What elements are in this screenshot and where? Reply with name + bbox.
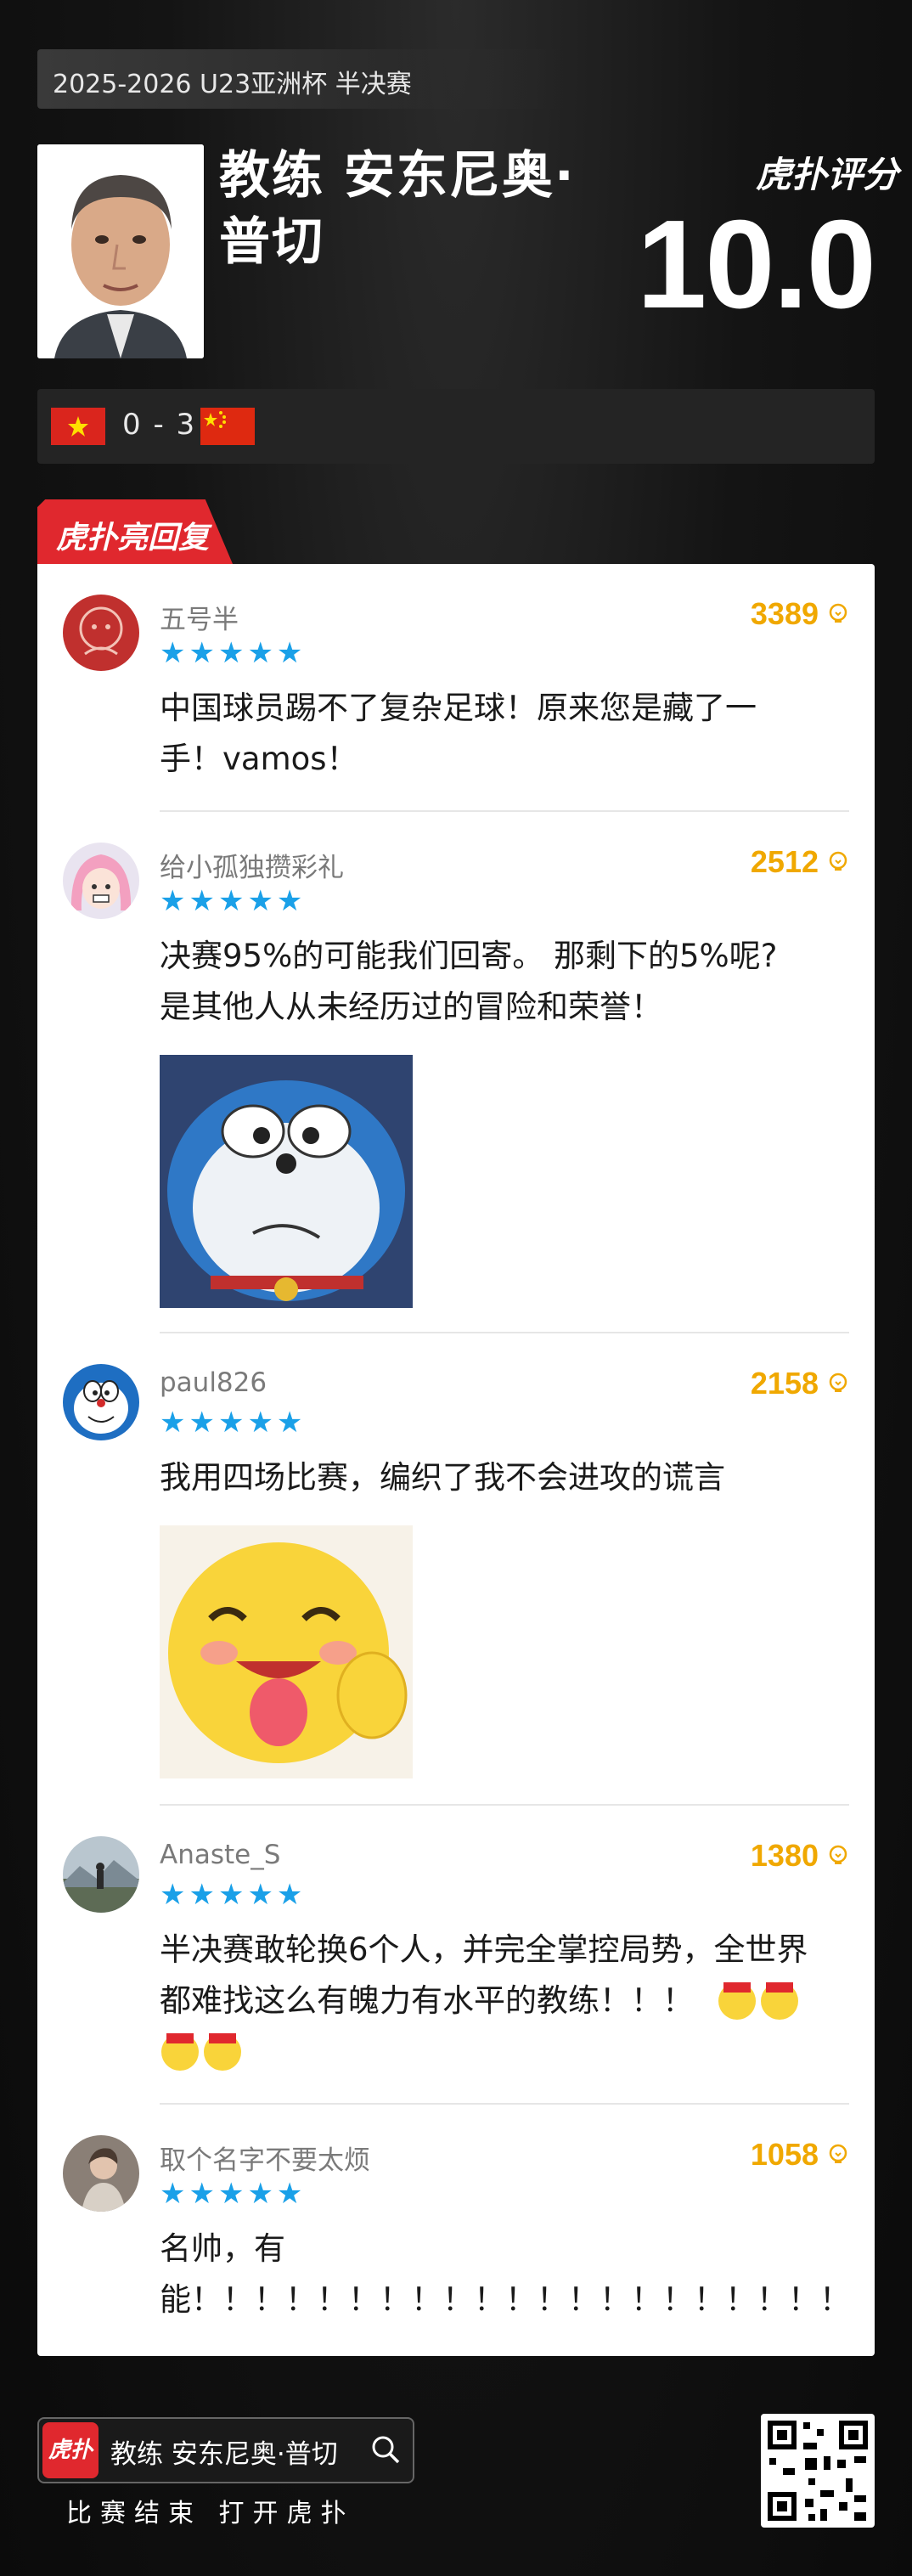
- search-query: 教练 安东尼奥·普切: [110, 2439, 338, 2470]
- comment-text: 名帅，有 能！！！！！！！！！！！！！！！！！！！！！: [160, 2230, 851, 2318]
- lightbulb-icon[interactable]: [827, 603, 849, 625]
- hot-replies-badge: 虎扑亮回复: [37, 499, 233, 564]
- lightbulb-icon[interactable]: [827, 1845, 849, 1867]
- footer-tagline: 比赛结束 打开虎扑: [66, 2499, 355, 2528]
- match-tag-text: 2025-2026 U23亚洲杯 半决赛: [53, 70, 412, 99]
- match-tag: 2025-2026 U23亚洲杯 半决赛: [37, 49, 564, 109]
- rating-stars: ★★★★★: [160, 1878, 307, 1912]
- lightbulb-icon[interactable]: [827, 851, 849, 873]
- coach-portrait-image: [37, 144, 204, 358]
- qr-code[interactable]: [761, 2414, 875, 2528]
- divider: [160, 1804, 849, 1806]
- avatar[interactable]: [63, 843, 139, 919]
- username[interactable]: Anaste_S: [160, 1840, 280, 1870]
- score-bar: 0 - 3: [37, 389, 875, 464]
- username[interactable]: 五号半: [160, 598, 239, 636]
- rating-logo: 虎扑评分: [756, 154, 899, 195]
- lightbulb-icon[interactable]: [827, 1373, 849, 1395]
- crying-cat-sticker-image: [160, 1055, 413, 1308]
- match-score: 0 - 3: [122, 408, 197, 442]
- avatar-image: [63, 843, 139, 919]
- comment-text: 我用四场比赛，编织了我不会进攻的谎言: [160, 1459, 725, 1496]
- hupu-app-logo: 虎扑: [42, 2422, 99, 2478]
- like-count: 1380: [750, 1838, 819, 1873]
- divider: [160, 810, 849, 812]
- like-count: 2512: [750, 844, 819, 879]
- avatar[interactable]: [63, 1836, 139, 1913]
- comment-text: 中国球员踢不了复杂足球！原来您是藏了一 手！vamos！: [160, 690, 757, 777]
- china-flag-icon: [200, 408, 255, 445]
- avatar-image: [63, 1836, 139, 1913]
- vietnam-flag-icon: [51, 408, 105, 445]
- rating-value: 10.0: [636, 194, 876, 335]
- avatar[interactable]: [63, 2135, 139, 2212]
- avatar-image: [63, 2135, 139, 2212]
- username[interactable]: 取个名字不要太烦: [160, 2139, 370, 2177]
- smiley-tongue-sticker-image: [160, 1525, 413, 1778]
- divider: [160, 2103, 849, 2105]
- like-count: 2158: [750, 1366, 819, 1401]
- emoji-sticker-icon: [161, 2033, 241, 2071]
- avatar-image: [63, 1364, 139, 1440]
- comment-image[interactable]: [160, 1525, 413, 1778]
- search-icon[interactable]: [370, 2434, 401, 2465]
- username[interactable]: 给小孤独攒彩礼: [160, 846, 344, 884]
- lightbulb-icon[interactable]: [827, 2144, 849, 2166]
- like-count: 3389: [750, 596, 819, 631]
- like-count: 1058: [750, 2137, 819, 2172]
- username[interactable]: paul826: [160, 1367, 267, 1398]
- comments-card: 五号半 3389 ★★★★★ 中国球员踢不了复杂足球！原来您是藏了一 手！vam…: [37, 564, 875, 2356]
- coach-photo: [37, 144, 204, 358]
- qr-code-image: [768, 2421, 868, 2521]
- hot-replies-label: 虎扑亮回复: [56, 520, 210, 555]
- rating-stars: ★★★★★: [160, 636, 307, 670]
- emoji-sticker-icon: [718, 1982, 798, 2020]
- avatar-image: [63, 595, 139, 671]
- comment-image[interactable]: [160, 1055, 413, 1308]
- avatar[interactable]: [63, 1364, 139, 1440]
- comment-text: 决赛95%的可能我们回寄。 那剩下的5%呢? 是其他人从未经历过的冒险和荣誉！: [160, 938, 778, 1025]
- avatar[interactable]: [63, 595, 139, 671]
- rating-stars: ★★★★★: [160, 884, 307, 918]
- rating-stars: ★★★★★: [160, 1406, 307, 1440]
- search-bar[interactable]: 虎扑 教练 安东尼奥·普切: [37, 2417, 414, 2483]
- coach-name: 教练 安东尼奥·普切: [219, 146, 576, 272]
- rating-stars: ★★★★★: [160, 2177, 307, 2211]
- divider: [160, 1332, 849, 1333]
